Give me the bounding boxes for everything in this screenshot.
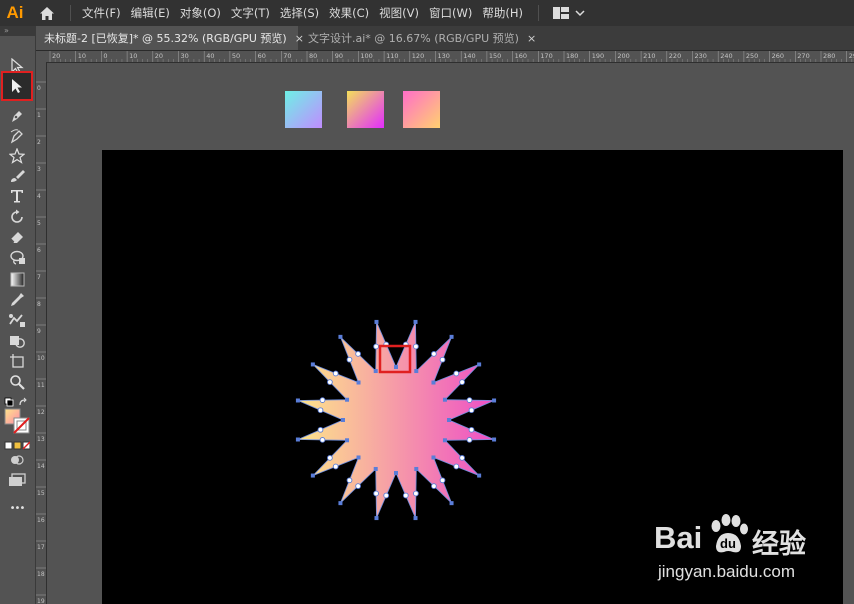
- live-corner-widget[interactable]: [439, 477, 446, 484]
- live-corner-widget[interactable]: [373, 343, 379, 350]
- live-corner-widget[interactable]: [468, 426, 475, 433]
- live-corner-widget[interactable]: [319, 397, 326, 403]
- live-corner-widget[interactable]: [453, 463, 460, 470]
- anchor-point[interactable]: [374, 516, 379, 521]
- anchor-point[interactable]: [414, 369, 419, 374]
- watermark-brand-left: Bai: [654, 520, 703, 555]
- live-corner-widget[interactable]: [332, 370, 339, 377]
- live-corner-widget[interactable]: [466, 437, 473, 443]
- anchor-point[interactable]: [413, 319, 418, 324]
- anchor-point[interactable]: [492, 398, 497, 403]
- live-corner-widget[interactable]: [327, 379, 333, 385]
- anchor-point[interactable]: [356, 380, 361, 385]
- anchor-point[interactable]: [442, 438, 447, 443]
- live-corner-widget[interactable]: [459, 455, 465, 461]
- live-corner-widget[interactable]: [431, 483, 437, 489]
- anchor-point[interactable]: [477, 362, 482, 367]
- paw-icon: du: [711, 514, 748, 553]
- anchor-point[interactable]: [310, 473, 315, 478]
- baidu-jingyan-watermark: Bai du 经验 jingyan.baidu.com: [654, 508, 844, 588]
- anchor-point[interactable]: [373, 466, 378, 471]
- anchor-point[interactable]: [414, 466, 419, 471]
- anchor-point[interactable]: [449, 501, 454, 506]
- live-corner-widget[interactable]: [355, 351, 361, 357]
- live-corner-widget[interactable]: [346, 356, 353, 363]
- watermark-brand-right: 经验: [752, 529, 806, 560]
- live-corner-widget[interactable]: [466, 397, 473, 403]
- live-corner-widget[interactable]: [319, 437, 326, 443]
- anchor-point[interactable]: [341, 418, 345, 422]
- anchor-point[interactable]: [492, 437, 497, 442]
- live-corner-widget[interactable]: [332, 463, 339, 470]
- live-corner-widget[interactable]: [468, 407, 475, 414]
- anchor-point[interactable]: [394, 365, 398, 369]
- anchor-point[interactable]: [394, 471, 398, 475]
- live-corner-widget[interactable]: [373, 490, 379, 497]
- live-corner-widget[interactable]: [453, 370, 460, 377]
- anchor-point[interactable]: [345, 438, 350, 443]
- anchor-point[interactable]: [477, 473, 482, 478]
- live-corner-widget[interactable]: [413, 490, 419, 497]
- anchor-point[interactable]: [374, 319, 379, 324]
- anchor-point[interactable]: [356, 455, 361, 460]
- live-corner-widget[interactable]: [317, 407, 324, 414]
- anchor-point[interactable]: [310, 362, 315, 367]
- anchor-point[interactable]: [449, 334, 454, 339]
- anchor-point[interactable]: [413, 516, 418, 521]
- live-corner-widget[interactable]: [327, 455, 333, 461]
- live-corner-widget[interactable]: [431, 351, 437, 357]
- anchor-point[interactable]: [442, 397, 447, 402]
- watermark-url: jingyan.baidu.com: [658, 562, 796, 581]
- live-corner-widget[interactable]: [346, 477, 353, 484]
- live-corner-widget[interactable]: [355, 483, 361, 489]
- anchor-point[interactable]: [447, 418, 451, 422]
- anchor-point[interactable]: [431, 380, 436, 385]
- anchor-point[interactable]: [373, 369, 378, 374]
- live-corner-widget[interactable]: [413, 343, 419, 350]
- anchor-point[interactable]: [338, 501, 343, 506]
- star-path[interactable]: [297, 321, 495, 519]
- live-corner-widget[interactable]: [317, 426, 324, 433]
- live-corner-widget[interactable]: [383, 492, 390, 499]
- live-corner-widget[interactable]: [402, 492, 409, 499]
- anchor-point[interactable]: [345, 397, 350, 402]
- anchor-point[interactable]: [295, 437, 300, 442]
- svg-text:du: du: [720, 536, 736, 551]
- live-corner-widget[interactable]: [459, 379, 465, 385]
- anchor-point[interactable]: [431, 455, 436, 460]
- live-corner-widget[interactable]: [439, 356, 446, 363]
- anchor-point[interactable]: [295, 398, 300, 403]
- anchor-point[interactable]: [338, 334, 343, 339]
